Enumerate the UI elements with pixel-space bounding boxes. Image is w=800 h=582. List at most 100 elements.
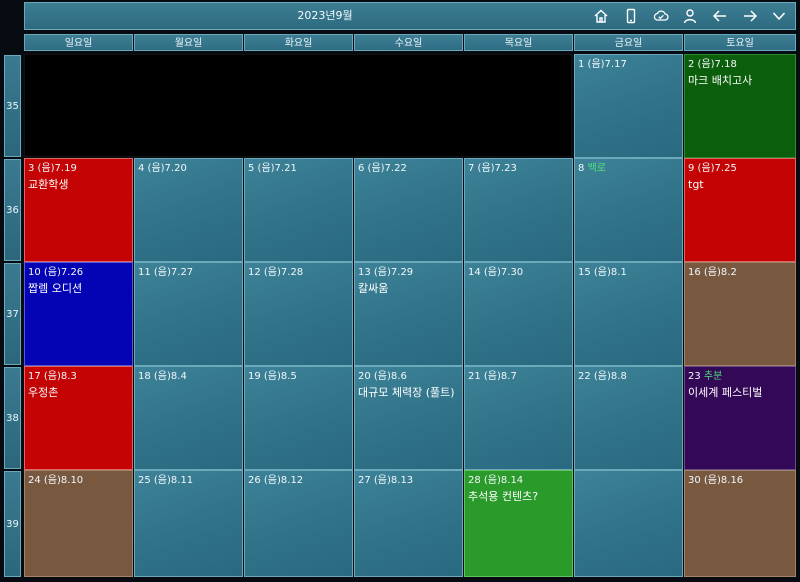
person-icon bbox=[683, 9, 697, 24]
prev-month-button[interactable] bbox=[709, 6, 731, 26]
day-date: 8 bbox=[578, 163, 585, 174]
empty-days-area bbox=[24, 54, 572, 157]
day-date: 23 bbox=[688, 371, 701, 382]
day-date: 3 (음)7.19 bbox=[28, 163, 77, 174]
day-cell-13[interactable]: 13 (음)7.29 칼싸움 bbox=[354, 262, 463, 366]
day-cell-10[interactable]: 10 (음)7.26 짭렘 오디션 bbox=[24, 262, 133, 366]
day-date: 27 (음)8.13 bbox=[358, 475, 414, 486]
event-label[interactable]: tgt bbox=[688, 177, 792, 193]
day-date: 25 (음)8.11 bbox=[138, 475, 194, 486]
calendar-header: 2023년9월 bbox=[24, 2, 796, 30]
day-cell-21[interactable]: 21 (음)8.7 bbox=[464, 366, 573, 470]
day-cell-22[interactable]: 22 (음)8.8 bbox=[574, 366, 683, 470]
day-cell-30[interactable]: 30 (음)8.16 bbox=[684, 470, 796, 577]
sync-button[interactable] bbox=[650, 6, 672, 26]
day-cell-1[interactable]: 1 (음)7.17 bbox=[574, 54, 683, 158]
week-number-37: 37 bbox=[4, 263, 21, 365]
day-date: 21 (음)8.7 bbox=[468, 371, 517, 382]
weekday-header-tue: 화요일 bbox=[244, 34, 353, 51]
day-cell-16[interactable]: 16 (음)8.2 bbox=[684, 262, 796, 366]
day-date: 11 (음)7.27 bbox=[138, 267, 194, 278]
phone-button[interactable] bbox=[620, 6, 642, 26]
weekday-header-fri: 금요일 bbox=[574, 34, 683, 51]
weekday-header-mon: 월요일 bbox=[134, 34, 243, 51]
day-cell-14[interactable]: 14 (음)7.30 bbox=[464, 262, 573, 366]
day-cell-17[interactable]: 17 (음)8.3 우정촌 bbox=[24, 366, 133, 470]
arrow-right-icon bbox=[744, 10, 758, 22]
day-date: 9 (음)7.25 bbox=[688, 163, 737, 174]
day-date: 22 (음)8.8 bbox=[578, 371, 627, 382]
day-date: 16 (음)8.2 bbox=[688, 267, 737, 278]
day-cell-6[interactable]: 6 (음)7.22 bbox=[354, 158, 463, 262]
day-cell-11[interactable]: 11 (음)7.27 bbox=[134, 262, 243, 366]
day-cell-26[interactable]: 26 (음)8.12 bbox=[244, 470, 353, 577]
day-date: 28 (음)8.14 bbox=[468, 475, 524, 486]
day-cell-20[interactable]: 20 (음)8.6 대규모 체력장 (풀트) bbox=[354, 366, 463, 470]
account-button[interactable] bbox=[679, 6, 701, 26]
day-date: 10 (음)7.26 bbox=[28, 267, 84, 278]
event-label[interactable]: 추석용 컨텐츠? bbox=[468, 489, 569, 505]
day-cell-27[interactable]: 27 (음)8.13 bbox=[354, 470, 463, 577]
day-date-row: 8 백로 bbox=[578, 162, 679, 175]
day-date: 1 (음)7.17 bbox=[578, 59, 627, 70]
weekday-header-sat: 토요일 bbox=[684, 34, 796, 51]
weekday-header-sun: 일요일 bbox=[24, 34, 133, 51]
day-date: 4 (음)7.20 bbox=[138, 163, 187, 174]
day-cell-15[interactable]: 15 (음)8.1 bbox=[574, 262, 683, 366]
day-cell-19[interactable]: 19 (음)8.5 bbox=[244, 366, 353, 470]
home-button[interactable] bbox=[590, 6, 612, 26]
menu-button[interactable] bbox=[768, 6, 790, 26]
day-cell-2[interactable]: 2 (음)7.18 마크 배치고사 bbox=[684, 54, 796, 158]
event-label[interactable]: 이세계 페스티벌 bbox=[688, 385, 792, 401]
event-label[interactable]: 우정촌 bbox=[28, 385, 129, 401]
event-label[interactable]: 칼싸움 bbox=[358, 281, 459, 297]
day-date: 24 (음)8.10 bbox=[28, 475, 84, 486]
home-icon bbox=[594, 9, 608, 23]
day-date: 15 (음)8.1 bbox=[578, 267, 627, 278]
month-title: 2023년9월 bbox=[297, 9, 353, 22]
day-date: 13 (음)7.29 bbox=[358, 267, 414, 278]
week-number-39: 39 bbox=[4, 471, 21, 577]
day-cell-18[interactable]: 18 (음)8.4 bbox=[134, 366, 243, 470]
event-label[interactable]: 교환학생 bbox=[28, 177, 129, 193]
day-cell-3[interactable]: 3 (음)7.19 교환학생 bbox=[24, 158, 133, 262]
day-date: 19 (음)8.5 bbox=[248, 371, 297, 382]
chevron-down-icon bbox=[772, 12, 786, 21]
week-number-36: 36 bbox=[4, 159, 21, 261]
day-cell-8[interactable]: 8 백로 bbox=[574, 158, 683, 262]
day-cell-28[interactable]: 28 (음)8.14 추석용 컨텐츠? bbox=[464, 470, 573, 577]
week-number-35: 35 bbox=[4, 55, 21, 157]
holiday-label: 백로 bbox=[587, 163, 606, 174]
day-cell-29[interactable] bbox=[574, 470, 683, 577]
day-date: 6 (음)7.22 bbox=[358, 163, 407, 174]
day-cell-9[interactable]: 9 (음)7.25 tgt bbox=[684, 158, 796, 262]
weekday-header-wed: 수요일 bbox=[354, 34, 463, 51]
day-cell-5[interactable]: 5 (음)7.21 bbox=[244, 158, 353, 262]
day-date: 14 (음)7.30 bbox=[468, 267, 524, 278]
weekday-header-thu: 목요일 bbox=[464, 34, 573, 51]
day-cell-12[interactable]: 12 (음)7.28 bbox=[244, 262, 353, 366]
phone-icon bbox=[626, 8, 636, 24]
event-label[interactable]: 짭렘 오디션 bbox=[28, 281, 129, 297]
day-date: 12 (음)7.28 bbox=[248, 267, 304, 278]
day-cell-25[interactable]: 25 (음)8.11 bbox=[134, 470, 243, 577]
holiday-label: 추분 bbox=[703, 371, 723, 382]
day-date-row: 23 추분 bbox=[688, 370, 792, 383]
event-label[interactable]: 마크 배치고사 bbox=[688, 73, 792, 89]
day-cell-24[interactable]: 24 (음)8.10 bbox=[24, 470, 133, 577]
cloud-check-icon bbox=[653, 10, 669, 21]
day-date: 26 (음)8.12 bbox=[248, 475, 304, 486]
day-date: 7 (음)7.23 bbox=[468, 163, 517, 174]
event-label[interactable]: 대규모 체력장 (풀트) bbox=[358, 385, 459, 401]
next-month-button[interactable] bbox=[739, 6, 761, 26]
day-date: 30 (음)8.16 bbox=[688, 475, 744, 486]
day-date: 20 (음)8.6 bbox=[358, 371, 407, 382]
arrow-left-icon bbox=[712, 10, 726, 22]
day-date: 17 (음)8.3 bbox=[28, 371, 77, 382]
day-cell-23[interactable]: 23 추분 이세계 페스티벌 bbox=[684, 366, 796, 470]
day-date: 5 (음)7.21 bbox=[248, 163, 297, 174]
day-cell-7[interactable]: 7 (음)7.23 bbox=[464, 158, 573, 262]
week-number-38: 38 bbox=[4, 367, 21, 469]
day-cell-4[interactable]: 4 (음)7.20 bbox=[134, 158, 243, 262]
day-date: 18 (음)8.4 bbox=[138, 371, 187, 382]
